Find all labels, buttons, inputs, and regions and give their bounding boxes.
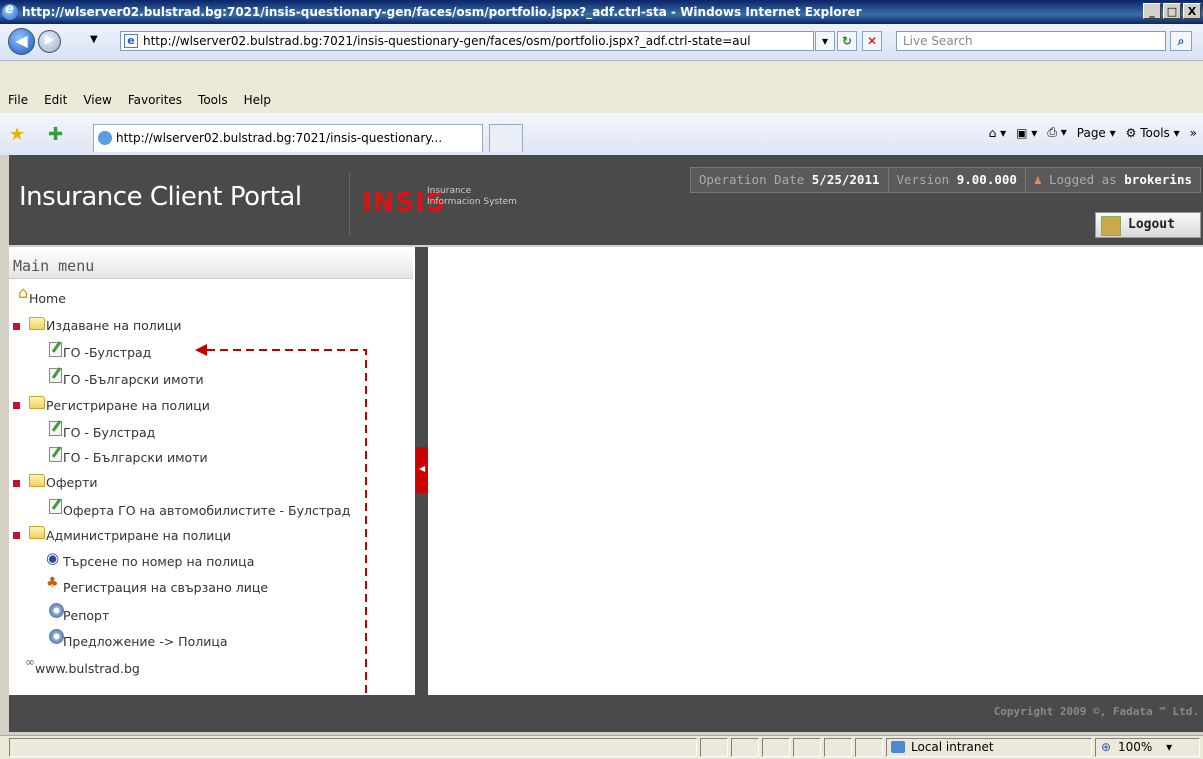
status-cell	[700, 738, 728, 757]
zone-indicator[interactable]: Local intranet	[886, 738, 1092, 757]
status-cell	[793, 738, 821, 757]
status-cell	[824, 738, 852, 757]
zoom-dropdown-icon[interactable]: ▾	[1166, 740, 1172, 754]
annotation-arrowhead	[195, 344, 207, 356]
status-cell	[762, 738, 790, 757]
zoom-icon: ⊕	[1101, 740, 1112, 754]
status-bar: Local intranet ⊕ 100% ▾	[0, 735, 1203, 759]
status-cell	[855, 738, 883, 757]
app-footer: Copyright 2009 ©, Fadata ™ Ltd.	[9, 695, 1203, 732]
annotation-arrow	[195, 344, 367, 758]
zoom-control[interactable]: ⊕ 100% ▾	[1095, 738, 1200, 757]
zoom-level: 100%	[1118, 740, 1153, 754]
intranet-icon	[891, 741, 905, 753]
status-cell	[731, 738, 759, 757]
zone-label: Local intranet	[911, 740, 994, 754]
status-text-cell	[9, 738, 697, 757]
